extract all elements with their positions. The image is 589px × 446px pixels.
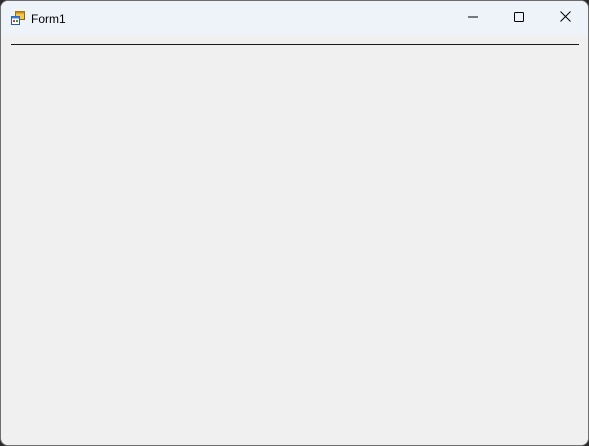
minimize-icon (468, 9, 478, 27)
minimize-button[interactable] (450, 1, 496, 35)
close-button[interactable] (542, 1, 588, 35)
window-title: Form1 (31, 12, 66, 26)
winforms-app-icon (11, 11, 25, 25)
title-bar[interactable]: Form1 (1, 1, 588, 35)
close-icon (559, 9, 571, 27)
form-client-area (1, 35, 588, 445)
form-window: Form1 (0, 0, 589, 446)
maximize-button[interactable] (496, 1, 542, 35)
horizontal-divider (11, 44, 579, 45)
maximize-icon (514, 9, 524, 27)
